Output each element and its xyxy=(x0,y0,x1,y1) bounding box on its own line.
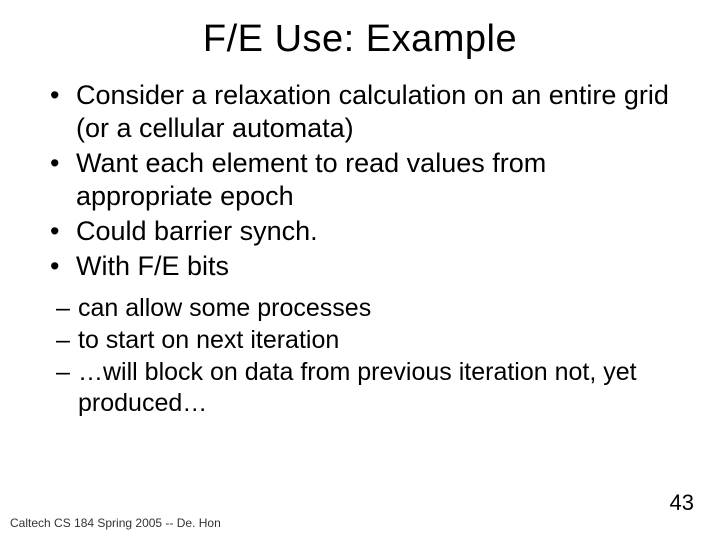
page-number: 43 xyxy=(670,490,694,516)
sub-bullet-list: can allow some processes to start on nex… xyxy=(30,293,690,420)
bullet-item: Could barrier synch. xyxy=(56,215,690,248)
slide-title: F/E Use: Example xyxy=(30,18,690,61)
bullet-item: With F/E bits xyxy=(56,250,690,283)
sub-bullet-item: can allow some processes xyxy=(56,293,690,324)
bullet-list: Consider a relaxation calculation on an … xyxy=(30,79,690,283)
footer-text: Caltech CS 184 Spring 2005 -- De. Hon xyxy=(10,516,221,530)
bullet-item: Want each element to read values from ap… xyxy=(56,147,690,213)
bullet-item: Consider a relaxation calculation on an … xyxy=(56,79,690,145)
sub-bullet-item: …will block on data from previous iterat… xyxy=(56,357,690,420)
slide: F/E Use: Example Consider a relaxation c… xyxy=(0,0,720,540)
sub-bullet-item: to start on next iteration xyxy=(56,325,690,356)
